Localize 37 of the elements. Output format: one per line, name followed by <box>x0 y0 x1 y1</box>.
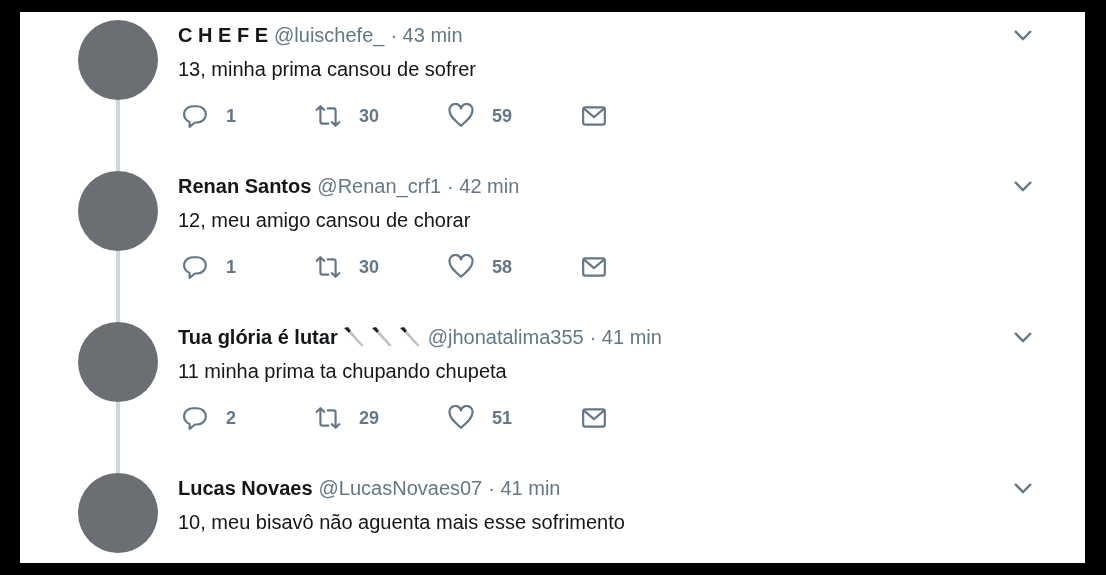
user-name[interactable]: Tua glória é lutar <box>178 325 338 349</box>
reply-icon[interactable] <box>182 405 208 431</box>
reply-count: 2 <box>226 407 236 429</box>
heart-icon[interactable] <box>448 103 474 129</box>
tweet-time[interactable]: · 41 min <box>488 476 561 500</box>
heart-icon[interactable] <box>448 254 474 280</box>
user-name[interactable]: Lucas Novaes <box>178 476 313 500</box>
retweet-icon[interactable] <box>315 405 341 431</box>
heart-icon[interactable] <box>448 405 474 431</box>
tweet-text: 12, meu amigo cansou de chorar <box>178 209 472 232</box>
reply-count: 1 <box>226 105 236 127</box>
like-count: 58 <box>492 256 513 278</box>
tweet-text: 11 minha prima ta chupando chupeta <box>178 360 508 383</box>
user-handle[interactable]: @LucasNovaes07 <box>318 476 483 500</box>
tweet-time[interactable]: · 43 min <box>390 23 463 47</box>
retweet-count: 30 <box>359 105 380 127</box>
like-count: 51 <box>492 407 513 429</box>
mail-icon[interactable] <box>581 405 607 431</box>
user-handle[interactable]: @Renan_crf1 <box>317 174 442 198</box>
tweet-time[interactable]: · 41 min <box>589 325 662 349</box>
tweet-time[interactable]: · 42 min <box>447 174 520 198</box>
user-name[interactable]: C H E F E <box>178 23 268 47</box>
retweet-icon[interactable] <box>315 254 341 280</box>
retweet-count: 30 <box>359 256 380 278</box>
reply-icon[interactable] <box>182 254 208 280</box>
mail-icon[interactable] <box>581 254 607 280</box>
retweet-count: 29 <box>359 407 380 429</box>
reply-icon[interactable] <box>182 103 208 129</box>
user-name[interactable]: Renan Santos <box>178 174 312 198</box>
like-count: 59 <box>492 105 513 127</box>
user-handle[interactable]: @luischefe_ <box>274 23 385 47</box>
tweet-text: 10, meu bisavô não aguenta mais esse sofrimento <box>178 511 626 534</box>
retweet-icon[interactable] <box>315 103 341 129</box>
tweet-text: 13, minha prima cansou de sofrer <box>178 58 477 81</box>
user-handle[interactable]: @jhonatalima355 <box>427 325 584 349</box>
reply-count: 1 <box>226 256 236 278</box>
mail-icon[interactable] <box>581 103 607 129</box>
